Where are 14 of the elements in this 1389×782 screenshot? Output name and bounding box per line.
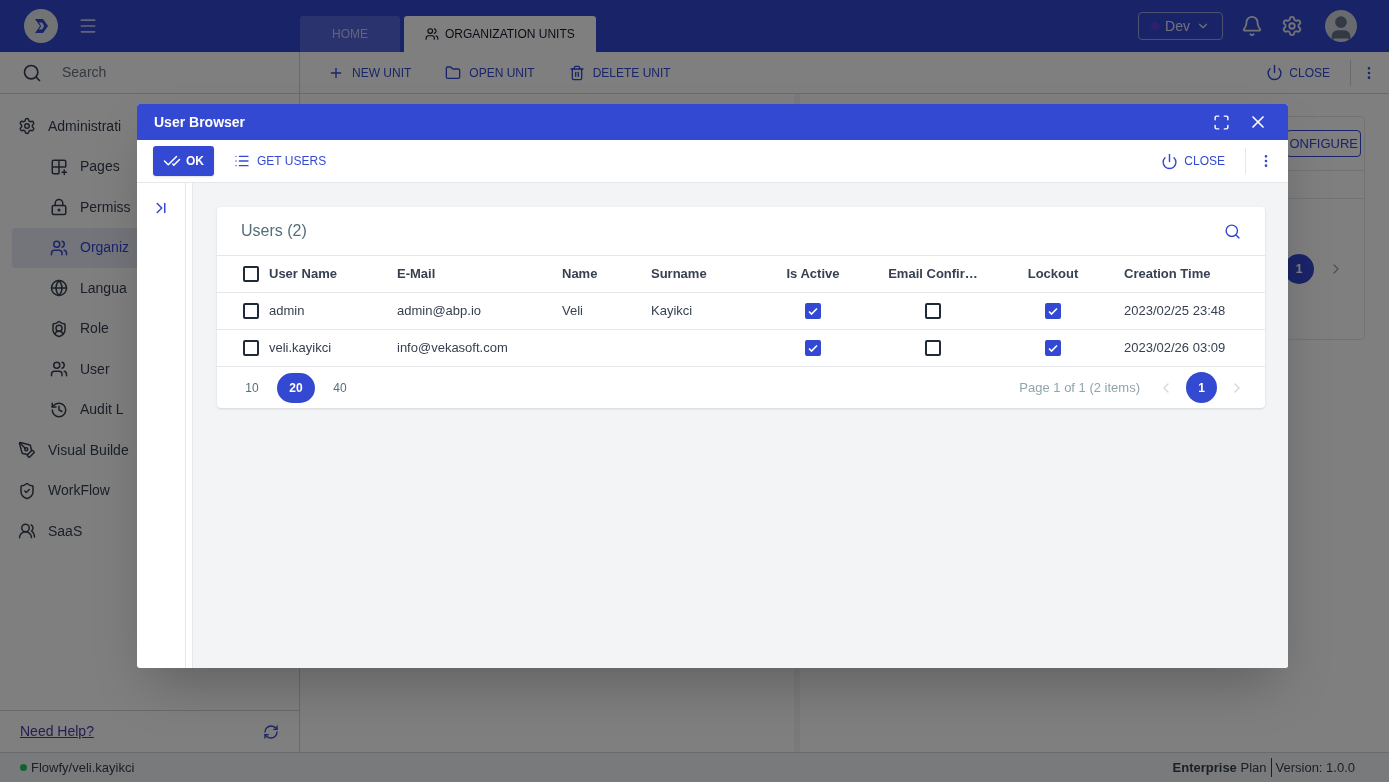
card-title: Users (2) bbox=[241, 221, 307, 241]
dialog-title: User Browser bbox=[154, 112, 246, 132]
user-label: Flowfy/veli.kayikci bbox=[31, 758, 135, 777]
table-cell-text: Kayikci bbox=[651, 302, 694, 321]
table-cell-text: admin@abp.io bbox=[397, 302, 483, 321]
table-cell-text: 2023/02/26 03:09 bbox=[1123, 339, 1227, 358]
version-label: Version: 1.0.0 bbox=[1275, 758, 1356, 777]
table-cell-text: 2023/02/25 23:48 bbox=[1123, 302, 1227, 321]
plan-label: Enterprise Plan bbox=[1172, 757, 1272, 778]
page-info: Page 1 of 1 (2 items) bbox=[1019, 378, 1140, 397]
table-cell-text: Veli bbox=[562, 302, 584, 321]
table-cell-text: admin bbox=[269, 302, 306, 321]
table-cell-text: info@vekasoft.com bbox=[397, 339, 509, 358]
table-cell-text: veli.kayikci bbox=[269, 339, 333, 358]
